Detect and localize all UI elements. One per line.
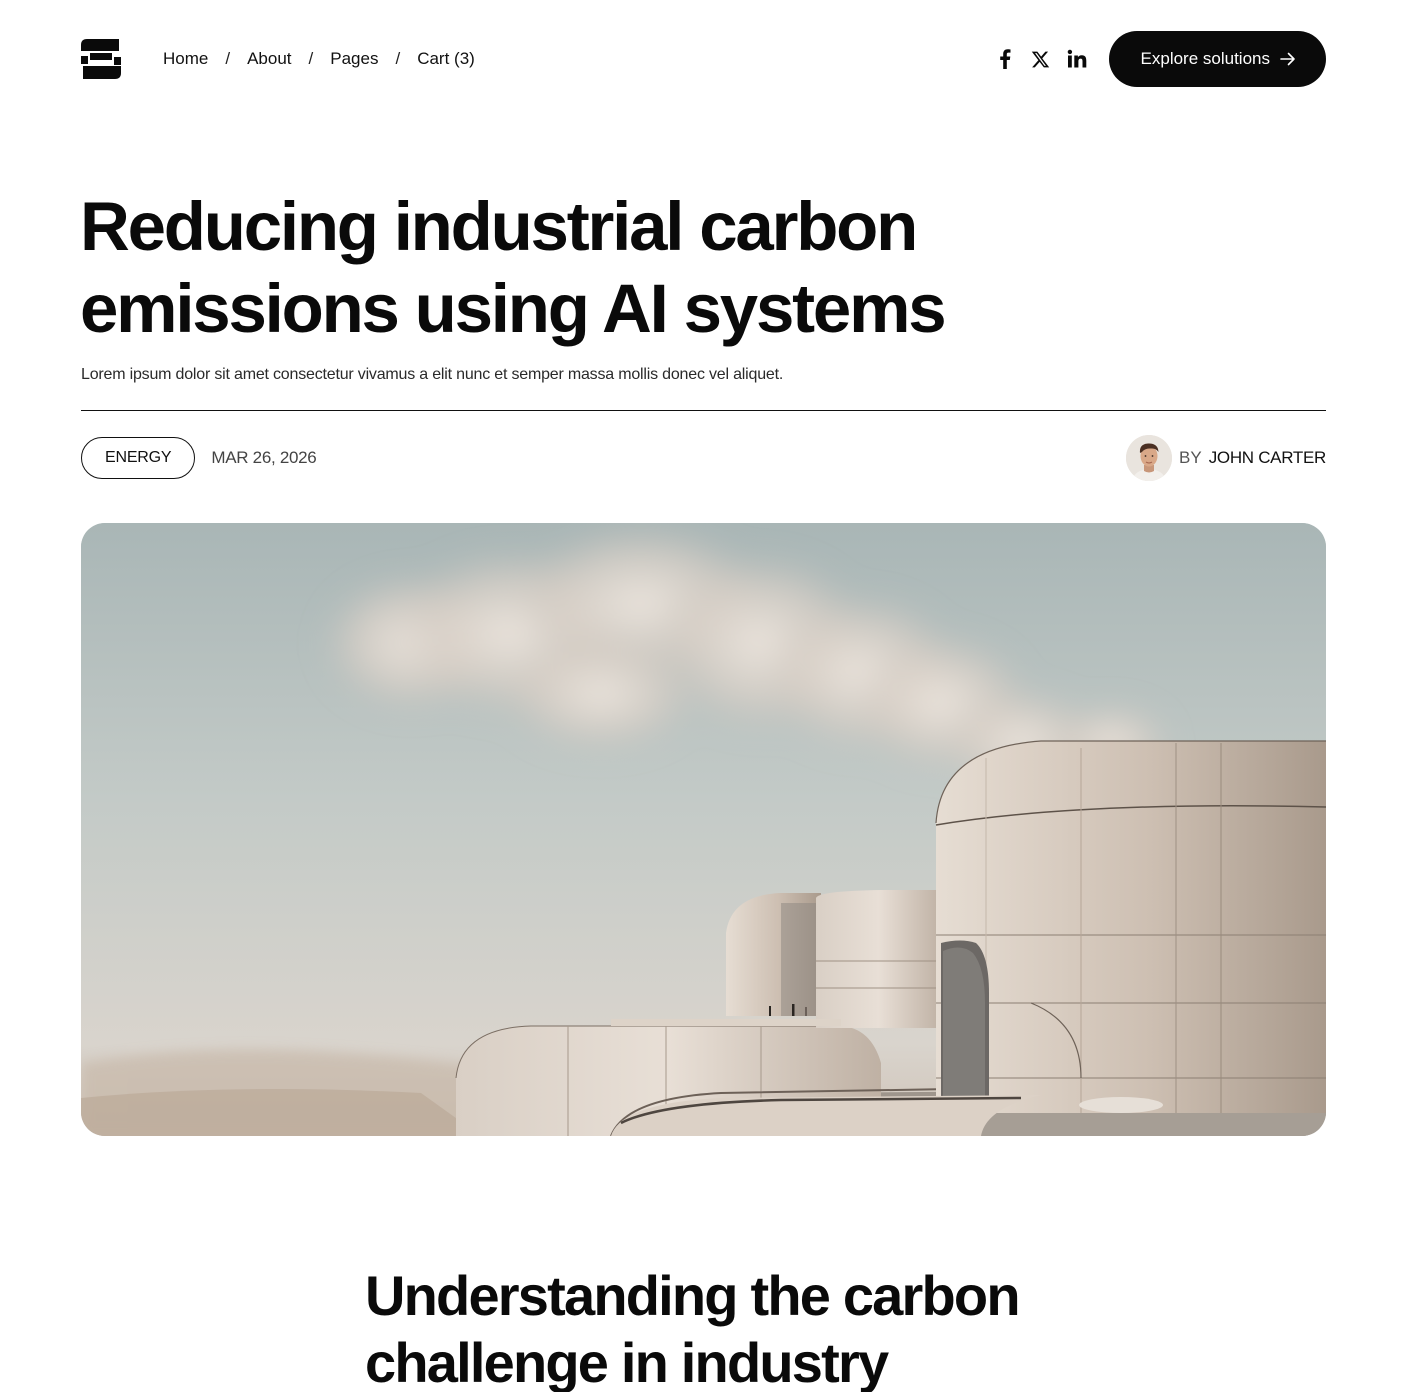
avatar — [1126, 435, 1173, 481]
section-title: Understanding the carbon challenge in in… — [365, 1262, 1125, 1392]
author-prefix: BY — [1179, 448, 1202, 467]
section-title-line-2: challenge in industry — [365, 1331, 889, 1392]
category-tag[interactable]: ENERGY — [81, 437, 196, 479]
social-links — [995, 49, 1087, 69]
article-title-line-2: emissions using AI systems — [80, 270, 947, 347]
nav-cart-link[interactable]: Cart (3) — [417, 49, 475, 69]
article-title-line-1: Reducing industrial carbon — [80, 188, 918, 265]
logo-link[interactable] — [81, 39, 163, 79]
arrow-right-icon — [1280, 52, 1296, 66]
section-title-line-1: Understanding the carbon — [365, 1264, 1021, 1327]
breadcrumb-nav: Home / About / Pages / Cart (3) — [163, 49, 475, 69]
explore-solutions-label: Explore solutions — [1140, 49, 1270, 68]
article-title: Reducing industrial carbon emissions usi… — [80, 186, 980, 350]
header-right: Explore solutions — [995, 31, 1326, 87]
article-meta: ENERGY MAR 26, 2026 BY JOHN CARTER — [81, 434, 1326, 482]
nav-separator: / — [395, 49, 401, 68]
nav-home-link[interactable]: Home — [163, 49, 208, 69]
explore-solutions-button[interactable]: Explore solutions — [1108, 31, 1326, 87]
page: Home / About / Pages / Cart (3) Explore … — [0, 0, 1408, 1392]
header-left: Home / About / Pages / Cart (3) — [81, 39, 475, 79]
author-block: BY JOHN CARTER — [1126, 435, 1326, 481]
hero-image — [81, 523, 1326, 1136]
author-name-link[interactable]: JOHN CARTER — [1209, 448, 1327, 468]
nav-separator: / — [225, 49, 231, 68]
nav-about-link[interactable]: About — [247, 49, 291, 69]
publish-date: MAR 26, 2026 — [211, 448, 317, 467]
logo-icon — [81, 39, 121, 79]
meta-left: ENERGY MAR 26, 2026 — [81, 437, 317, 479]
site-header: Home / About / Pages / Cart (3) Explore … — [81, 31, 1326, 87]
divider — [81, 410, 1326, 411]
facebook-icon[interactable] — [995, 49, 1015, 69]
linkedin-icon[interactable] — [1067, 49, 1087, 69]
nav-separator: / — [308, 49, 314, 68]
industrial-facility-illustration — [81, 523, 1326, 1136]
article-subtitle: Lorem ipsum dolor sit amet consectetur v… — [81, 366, 784, 383]
x-icon[interactable] — [1031, 49, 1051, 69]
nav-pages-link[interactable]: Pages — [330, 49, 378, 69]
